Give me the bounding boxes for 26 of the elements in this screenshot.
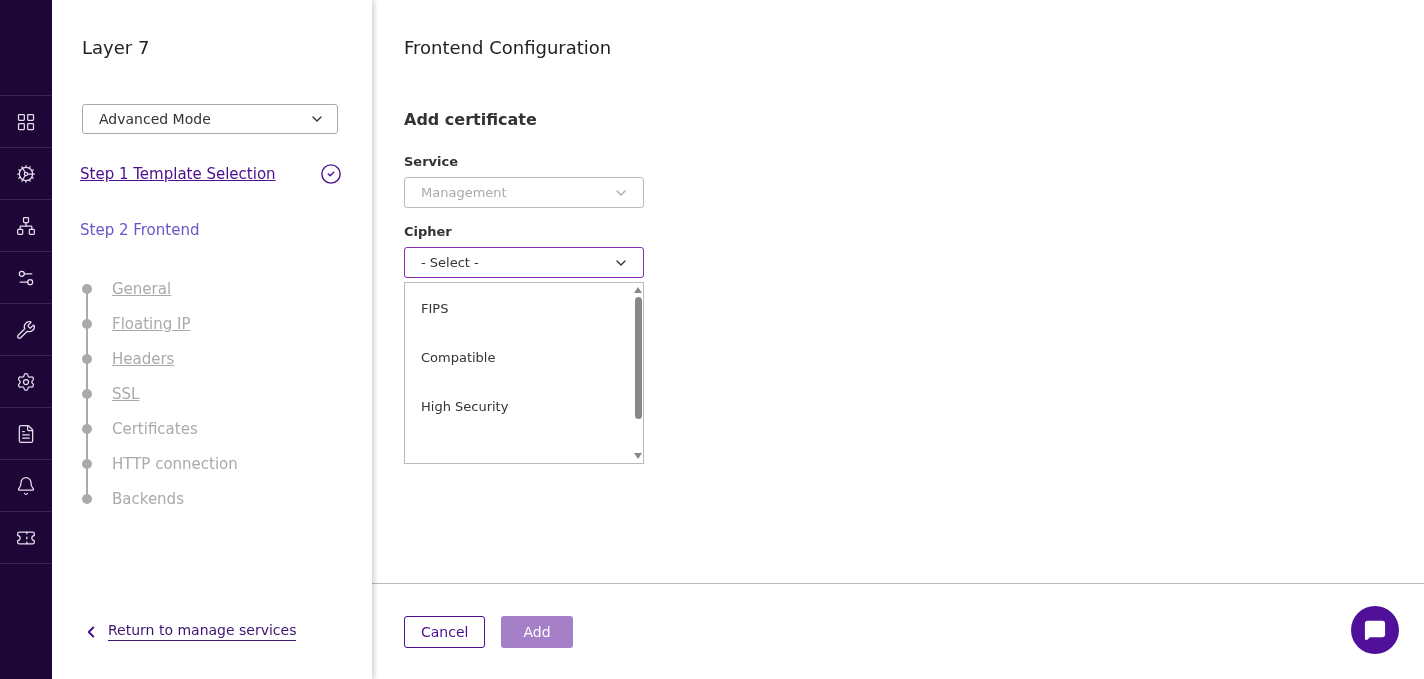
dropdown-option[interactable]: Compatible: [405, 350, 633, 365]
select-field[interactable]: - Select -: [404, 247, 644, 278]
cancel-button[interactable]: Cancel: [404, 615, 486, 648]
network-icon[interactable]: [16, 215, 36, 236]
chat-icon: [1364, 619, 1386, 641]
wrench-icon[interactable]: [16, 319, 36, 340]
field-label: Service: [404, 154, 460, 169]
gear-icon[interactable]: [16, 163, 36, 184]
scroll-up-arrow-icon[interactable]: [634, 287, 642, 293]
return-link[interactable]: Return to manage services: [108, 622, 297, 641]
mode-dropdown[interactable]: Advanced Mode: [82, 104, 338, 134]
dropdown-option[interactable]: FIPS: [405, 301, 633, 316]
page-title: Frontend Configuration: [404, 37, 613, 58]
step-link[interactable]: Step 2 Frontend: [80, 221, 200, 239]
select-field: Management: [404, 177, 644, 208]
dropdown-option[interactable]: High Security: [405, 399, 633, 414]
document-icon[interactable]: [16, 423, 36, 444]
settings-icon[interactable]: [16, 371, 36, 392]
bell-icon[interactable]: [16, 475, 36, 496]
step-link[interactable]: Step 1 Template Selection: [80, 165, 276, 183]
section-title: Add certificate: [404, 110, 538, 129]
chat-button[interactable]: [1351, 606, 1399, 654]
sidebar-title: Layer 7: [82, 37, 151, 58]
field-label: Cipher: [404, 224, 453, 239]
grid-icon[interactable]: [16, 111, 36, 132]
scroll-down-arrow-icon[interactable]: [634, 453, 642, 459]
